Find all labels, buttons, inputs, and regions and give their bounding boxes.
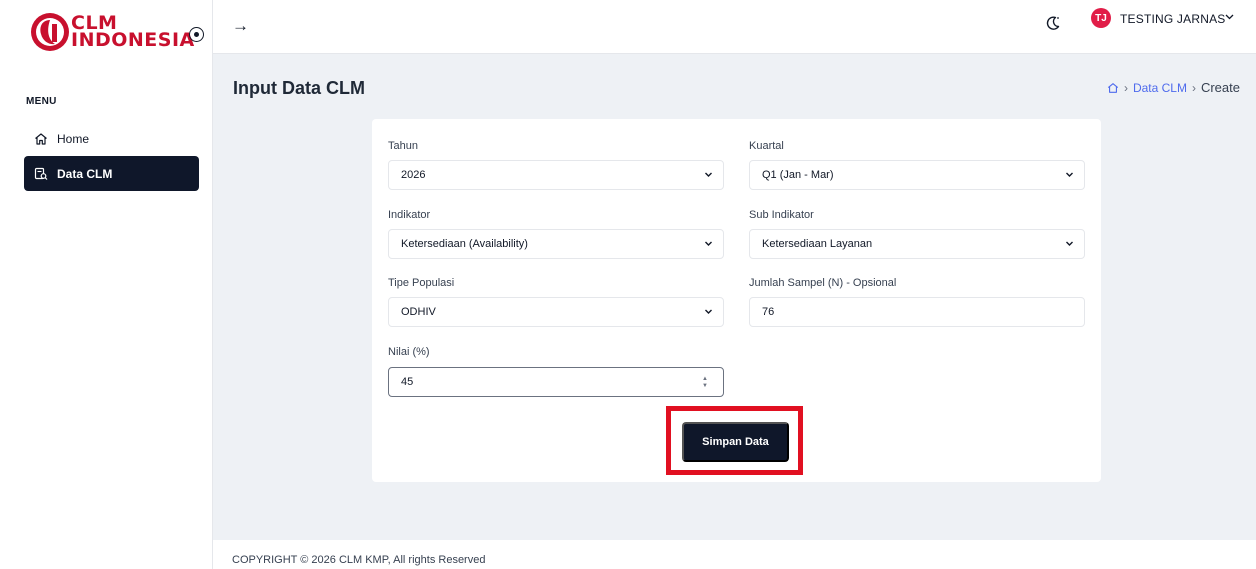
clm-indonesia-logo[interactable]: CLM INDONESIA — [30, 12, 195, 52]
sidebar-toggle-button[interactable] — [189, 27, 204, 42]
chevron-down-icon — [1066, 241, 1073, 246]
sub-indikator-label: Sub Indikator — [749, 209, 814, 221]
sidebar-item-home[interactable]: Home — [24, 121, 199, 156]
jumlah-sampel-value: 76 — [762, 306, 775, 318]
chevron-down-icon[interactable] — [1224, 11, 1235, 22]
sub-indikator-value: Ketersediaan Layanan — [762, 238, 873, 250]
tahun-select[interactable]: 2026 — [388, 160, 724, 190]
nilai-label: Nilai (%) — [388, 346, 430, 358]
sidebar-item-label: Home — [57, 131, 90, 146]
tipe-populasi-label: Tipe Populasi — [388, 277, 455, 289]
indikator-value: Ketersediaan (Availability) — [401, 238, 528, 250]
breadcrumb: › Data CLM › Create — [1107, 80, 1240, 95]
simpan-data-button[interactable]: Simpan Data — [682, 422, 789, 462]
jumlah-sampel-label: Jumlah Sampel (N) - Opsional — [749, 277, 897, 289]
chevron-down-icon — [705, 241, 712, 246]
breadcrumb-link-data-clm[interactable]: Data CLM — [1133, 81, 1187, 95]
menu-section-label: MENU — [26, 96, 57, 107]
logo-emblem-icon — [31, 13, 69, 51]
kuartal-select[interactable]: Q1 (Jan - Mar) — [749, 160, 1085, 190]
page-title: Input Data CLM — [233, 78, 365, 98]
sidebar-item-data-clm[interactable]: Data CLM — [24, 156, 199, 191]
dark-mode-moon-icon[interactable] — [1044, 14, 1062, 32]
chevron-down-icon — [705, 309, 712, 314]
tipe-populasi-value: ODHIV — [401, 306, 436, 318]
jumlah-sampel-input[interactable]: 76 — [749, 297, 1085, 327]
footer: COPYRIGHT © 2026 CLM KMP, All rights Res… — [213, 540, 1256, 569]
nilai-number-input[interactable]: 45 ▲ ▼ — [388, 367, 724, 397]
home-icon[interactable] — [1107, 82, 1119, 94]
number-stepper-icon[interactable]: ▲ ▼ — [701, 374, 709, 391]
tahun-value: 2026 — [401, 169, 426, 181]
home-icon — [34, 132, 48, 146]
sub-indikator-select[interactable]: Ketersediaan Layanan — [749, 229, 1085, 259]
breadcrumb-current: Create — [1200, 80, 1240, 95]
tahun-label: Tahun — [388, 140, 418, 152]
expand-arrow-icon[interactable]: → — [232, 17, 249, 34]
kuartal-value: Q1 (Jan - Mar) — [762, 169, 834, 181]
avatar[interactable]: TJ — [1091, 8, 1111, 28]
sidebar-item-label: Data CLM — [57, 166, 113, 181]
chevron-down-icon — [1066, 172, 1073, 177]
indikator-select[interactable]: Ketersediaan (Availability) — [388, 229, 724, 259]
kuartal-label: Kuartal — [749, 140, 784, 152]
indikator-label: Indikator — [388, 209, 431, 221]
breadcrumb-separator-icon: › — [1123, 80, 1128, 95]
copyright-text: COPYRIGHT © 2026 CLM KMP, All rights Res… — [232, 554, 486, 566]
chevron-down-icon — [705, 172, 712, 177]
tipe-populasi-select[interactable]: ODHIV — [388, 297, 724, 327]
breadcrumb-separator-icon: › — [1191, 80, 1196, 95]
sidebar: CLM INDONESIA MENU Home Data CLM — [0, 0, 213, 569]
topbar: → TJ TESTING JARNAS — [213, 0, 1256, 54]
user-name[interactable]: TESTING JARNAS — [1120, 12, 1225, 26]
document-search-icon — [34, 167, 48, 181]
nilai-value: 45 — [401, 376, 414, 388]
logo-text-indonesia: INDONESIA — [71, 29, 195, 51]
